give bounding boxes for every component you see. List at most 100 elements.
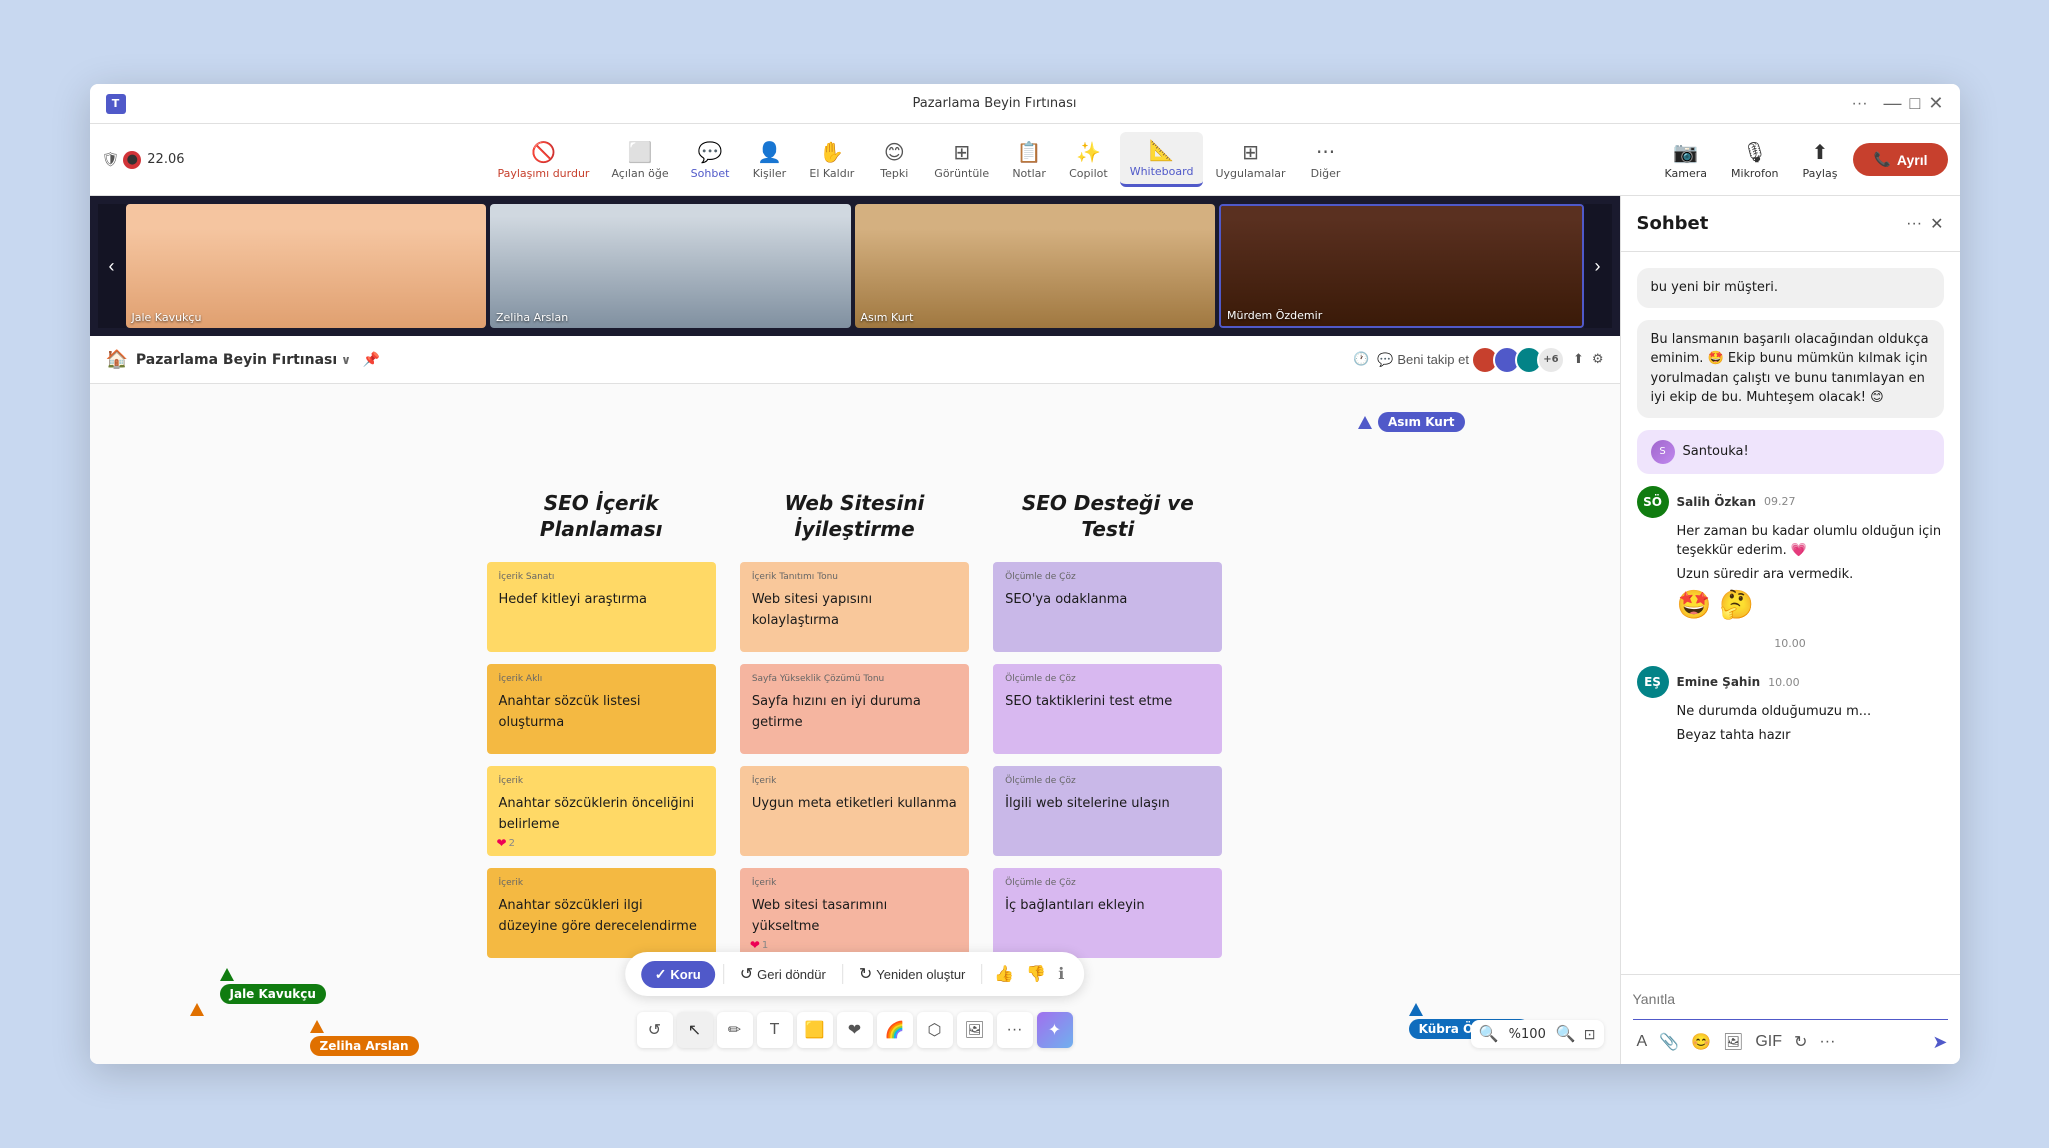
sticky-column-seo-destek: SEO Desteği veTesti Ölçümle de Çöz SEO'y… bbox=[993, 490, 1222, 958]
window-controls: ··· — □ ✕ bbox=[1852, 93, 1944, 114]
share-screen-button[interactable]: ⬆ bbox=[1573, 352, 1584, 367]
yeniden-olustur-button[interactable]: ↻ Yeniden oluştur bbox=[851, 960, 974, 988]
sticky-note-1-3[interactable]: İçerik Anahtar sözcüklerin önceliğini be… bbox=[487, 766, 716, 856]
chat-message-2: Bu lansmanın başarılı olacağından oldukç… bbox=[1637, 320, 1944, 418]
santouka-text: Santouka! bbox=[1683, 444, 1749, 459]
note-label: İçerik Tanıtımı Tonu bbox=[752, 572, 957, 582]
settings-button[interactable]: ⚙ bbox=[1592, 352, 1604, 367]
emine-avatar: EŞ bbox=[1637, 666, 1669, 698]
more-icon: ··· bbox=[1316, 140, 1335, 164]
meeting-nav: 🏠 Pazarlama Beyin Fırtınası ∨ 📌 🕐 💬 Beni… bbox=[90, 336, 1620, 384]
send-button[interactable]: ➤ bbox=[1932, 1032, 1947, 1053]
home-icon[interactable]: 🏠 bbox=[106, 349, 128, 370]
zoom-out-button[interactable]: 🔍 bbox=[1479, 1024, 1499, 1044]
sticky-column-seo-icerik: SEO İçerikPlanlaması İçerik Sanatı Hedef… bbox=[487, 490, 716, 958]
mic-button[interactable]: 🎙 Mikrofon bbox=[1723, 136, 1787, 184]
zoom-fit-button[interactable]: ⊡ bbox=[1584, 1026, 1596, 1043]
sticker-button[interactable]: 🖼 bbox=[1719, 1028, 1747, 1056]
pen-tool-button[interactable]: ✏ bbox=[717, 1012, 753, 1048]
chat-close-button[interactable]: ✕ bbox=[1930, 214, 1943, 234]
sticky-note-1-1[interactable]: İçerik Sanatı Hedef kitleyi araştırma bbox=[487, 562, 716, 652]
tool-elkaldır[interactable]: ✋ El Kaldır bbox=[799, 134, 864, 186]
emoji-button[interactable]: 😊 bbox=[1687, 1028, 1715, 1056]
copilot-tool-button[interactable]: 🌈 bbox=[877, 1012, 913, 1048]
more-tools-button[interactable]: ··· bbox=[997, 1012, 1033, 1048]
format-button[interactable]: A bbox=[1633, 1029, 1652, 1055]
toolbar-left: 🛡 ● 22.06 bbox=[102, 151, 185, 169]
sticky-note-1-4[interactable]: İçerik Anahtar sözcükleri ilgi düzeyine … bbox=[487, 868, 716, 958]
sticky-tool-button[interactable]: 🟨 bbox=[797, 1012, 833, 1048]
minimize-button[interactable]: — bbox=[1884, 93, 1902, 114]
chevron-down-icon[interactable]: ∨ bbox=[341, 353, 351, 367]
attach-button[interactable]: 📎 bbox=[1655, 1028, 1683, 1056]
share-button[interactable]: ⬆ Paylaş bbox=[1795, 136, 1846, 184]
sticky-note-2-4[interactable]: İçerik Web sitesi tasarımını yükseltme ❤… bbox=[740, 868, 969, 958]
note-text: Anahtar sözcükleri ilgi düzeyine göre de… bbox=[499, 898, 697, 934]
cursor-mirdem bbox=[190, 1003, 204, 1016]
history-button[interactable]: 🕐 bbox=[1353, 352, 1369, 367]
tool-elkaldır-label: El Kaldır bbox=[809, 167, 854, 180]
loop-button[interactable]: ↻ bbox=[1790, 1028, 1811, 1056]
sticky-note-1-2[interactable]: İçerik Aklı Anahtar sözcük listesi oluşt… bbox=[487, 664, 716, 754]
more-options-button[interactable]: ··· bbox=[1852, 93, 1868, 114]
chat-messages: bu yeni bir müşteri. Bu lansmanın başarı… bbox=[1621, 252, 1960, 974]
sticky-note-3-1[interactable]: Ölçümle de Çöz SEO'ya odaklanma bbox=[993, 562, 1222, 652]
video-next-button[interactable]: › bbox=[1584, 204, 1612, 328]
participants-extra-count[interactable]: +6 bbox=[1537, 346, 1565, 374]
heart-tool-button[interactable]: ❤ bbox=[837, 1012, 873, 1048]
tool-goruntuler-label: Görüntüle bbox=[934, 167, 989, 180]
video-prev-button[interactable]: ‹ bbox=[98, 204, 126, 328]
undo-wb-button[interactable]: ↺ bbox=[637, 1012, 673, 1048]
sticky-note-3-2[interactable]: Ölçümle de Çöz SEO taktiklerini test etm… bbox=[993, 664, 1222, 754]
geri-dondur-button[interactable]: ↺ Geri döndür bbox=[732, 960, 834, 988]
emoji-thinking: 🤔 bbox=[1719, 588, 1754, 621]
tool-copilot[interactable]: ✨ Copilot bbox=[1059, 134, 1118, 186]
sticky-note-2-1[interactable]: İçerik Tanıtımı Tonu Web sitesi yapısını… bbox=[740, 562, 969, 652]
tool-tepki[interactable]: 😊 Tepki bbox=[866, 134, 922, 186]
emine-text-1: Ne durumda olduğumuzu m... bbox=[1677, 702, 1944, 722]
leave-button[interactable]: 📞 Ayrıl bbox=[1853, 143, 1947, 176]
ai-create-button[interactable]: ✦ bbox=[1037, 1012, 1073, 1048]
info-button[interactable]: ℹ bbox=[1054, 962, 1068, 986]
tool-tepki-label: Tepki bbox=[880, 167, 908, 180]
tool-acilan[interactable]: ⬜ Açılan öğe bbox=[601, 134, 678, 186]
gif-button[interactable]: GIF bbox=[1751, 1029, 1786, 1055]
note-label: Ölçümle de Çöz bbox=[1005, 776, 1210, 786]
thumbs-up-button[interactable]: 👍 bbox=[990, 962, 1018, 986]
image-tool-button[interactable]: 🖼 bbox=[957, 1012, 993, 1048]
sticky-note-2-2[interactable]: Sayfa Yükseklik Çözümü Tonu Sayfa hızını… bbox=[740, 664, 969, 754]
camera-button[interactable]: 📷 Kamera bbox=[1657, 136, 1716, 184]
tool-notlar[interactable]: 📋 Notlar bbox=[1001, 134, 1057, 186]
close-button[interactable]: ✕ bbox=[1928, 93, 1943, 114]
heart-reaction: ❤ 2 bbox=[497, 836, 515, 850]
more-chat-button[interactable]: ··· bbox=[1815, 1029, 1839, 1055]
tool-diger[interactable]: ··· Diğer bbox=[1298, 134, 1354, 186]
tool-kisiler[interactable]: 👤 Kişiler bbox=[741, 134, 797, 186]
tool-goruntuler[interactable]: ⊞ Görüntüle bbox=[924, 134, 999, 186]
koru-button[interactable]: ✓ Koru bbox=[641, 961, 715, 988]
note-text: Sayfa hızını en iyi duruma getirme bbox=[752, 694, 921, 730]
maximize-button[interactable]: □ bbox=[1910, 93, 1921, 114]
sticky-note-3-3[interactable]: Ölçümle de Çöz İlgili web sitelerine ula… bbox=[993, 766, 1222, 856]
chat-more-button[interactable]: ··· bbox=[1906, 214, 1922, 234]
note-label: İçerik bbox=[499, 878, 704, 888]
chat-header: Sohbet ··· ✕ bbox=[1621, 196, 1960, 252]
chat-input-field[interactable] bbox=[1633, 983, 1948, 1015]
follow-me-button[interactable]: 💬 Beni takip et bbox=[1377, 352, 1469, 368]
tool-whiteboard[interactable]: 📐 Whiteboard bbox=[1120, 132, 1204, 187]
text-tool-button[interactable]: T bbox=[757, 1012, 793, 1048]
salih-text-2: Uzun süredir ara vermedik. bbox=[1677, 565, 1944, 585]
shape-tool-button[interactable]: ⬡ bbox=[917, 1012, 953, 1048]
sticky-note-2-3[interactable]: İçerik Uygun meta etiketleri kullanma bbox=[740, 766, 969, 856]
tool-paylasim[interactable]: 🚫 Paylaşımı durdur bbox=[487, 134, 599, 186]
thumbs-down-button[interactable]: 👎 bbox=[1022, 962, 1050, 986]
note-label: Ölçümle de Çöz bbox=[1005, 878, 1210, 888]
tool-sohbet[interactable]: 💬 Sohbet bbox=[681, 134, 740, 186]
sticky-note-3-4[interactable]: Ölçümle de Çöz İç bağlantıları ekleyin bbox=[993, 868, 1222, 958]
tool-diger-label: Diğer bbox=[1311, 167, 1341, 180]
phone-end-icon: 📞 bbox=[1873, 151, 1890, 168]
zoom-in-button[interactable]: 🔍 bbox=[1556, 1024, 1576, 1044]
follow-label: Beni takip et bbox=[1397, 352, 1469, 367]
tool-uygulamalar[interactable]: ⊞ Uygulamalar bbox=[1205, 134, 1295, 186]
select-tool-button[interactable]: ↖ bbox=[677, 1012, 713, 1048]
